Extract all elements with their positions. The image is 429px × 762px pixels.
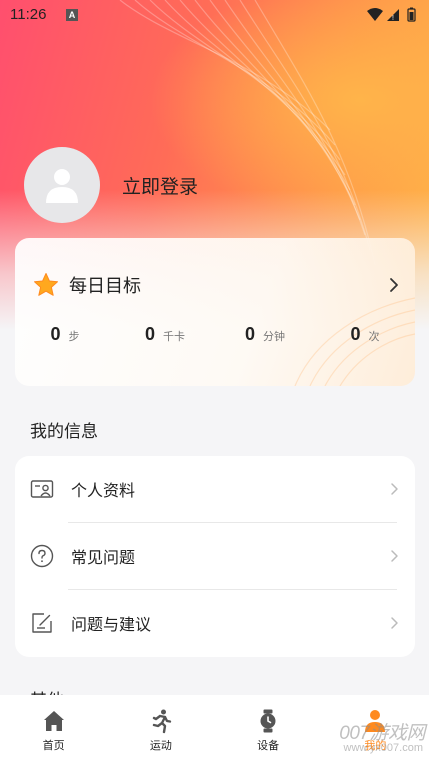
tab-label: 运动 [149,739,172,752]
stat-value: 0 [350,324,361,344]
stat-unit: 千卡 [163,330,185,343]
login-link[interactable]: 立即登录 [122,172,198,199]
menu-item-feedback[interactable]: 问题与建议 [15,590,415,656]
question-circle-icon [30,544,54,568]
status-bar: 11:26 A ! [0,0,429,30]
menu-item-personal-info[interactable]: 个人资料 [15,456,415,522]
chevron-right-icon [391,550,398,562]
wifi-icon [367,8,383,21]
tab-device[interactable]: 设备 [215,695,322,762]
decorative-waves [294,297,415,386]
avatar[interactable] [24,147,100,223]
tab-label: 设备 [257,739,280,752]
tab-home[interactable]: 首页 [0,695,107,762]
watermark-url: www.yx007.com [343,742,423,754]
menu-item-label: 个人资料 [71,481,136,500]
daily-goal-title: 每日目标 [69,276,141,297]
watermark-logo: 007游戏网 [339,723,425,744]
home-icon [43,711,64,731]
stat-calories: 0 千卡 [115,324,215,345]
stat-value: 0 [50,324,61,344]
tab-label: 首页 [42,739,65,752]
stat-value: 0 [244,324,255,344]
running-icon [152,709,172,734]
profile-login-row[interactable]: 立即登录 [24,147,198,223]
edit-note-icon [32,613,52,633]
status-time: 11:26 [10,6,47,23]
stat-unit: 次 [368,330,380,343]
daily-goal-header: 每日目标 [33,272,141,298]
menu-item-label: 问题与建议 [71,615,152,634]
notification-badge-icon: A [66,9,78,21]
daily-goal-card[interactable]: 每日目标 0 步 0 千卡 0 分钟 0 次 [15,238,415,386]
watch-icon [260,709,276,733]
stat-minutes: 0 分钟 [215,324,315,345]
stat-times: 0 次 [315,324,415,345]
user-silhouette-icon [46,169,78,203]
chevron-right-icon[interactable] [389,277,399,297]
daily-goal-stats: 0 步 0 千卡 0 分钟 0 次 [15,324,415,345]
svg-text:!: ! [392,15,394,22]
id-card-icon [30,480,54,498]
stat-steps: 0 步 [15,324,115,345]
menu-item-faq[interactable]: 常见问题 [15,523,415,589]
chevron-right-icon [391,617,398,629]
my-info-card: 个人资料 常见问题 问题与建议 [15,456,415,657]
stat-unit: 步 [68,330,80,343]
my-info-section-title: 我的信息 [30,422,98,442]
tab-sports[interactable]: 运动 [107,695,214,762]
status-icons: ! [365,6,421,28]
chevron-right-icon [391,483,398,495]
menu-item-label: 常见问题 [71,548,136,567]
stat-value: 0 [144,324,155,344]
star-icon [34,273,58,296]
stat-unit: 分钟 [263,330,285,343]
